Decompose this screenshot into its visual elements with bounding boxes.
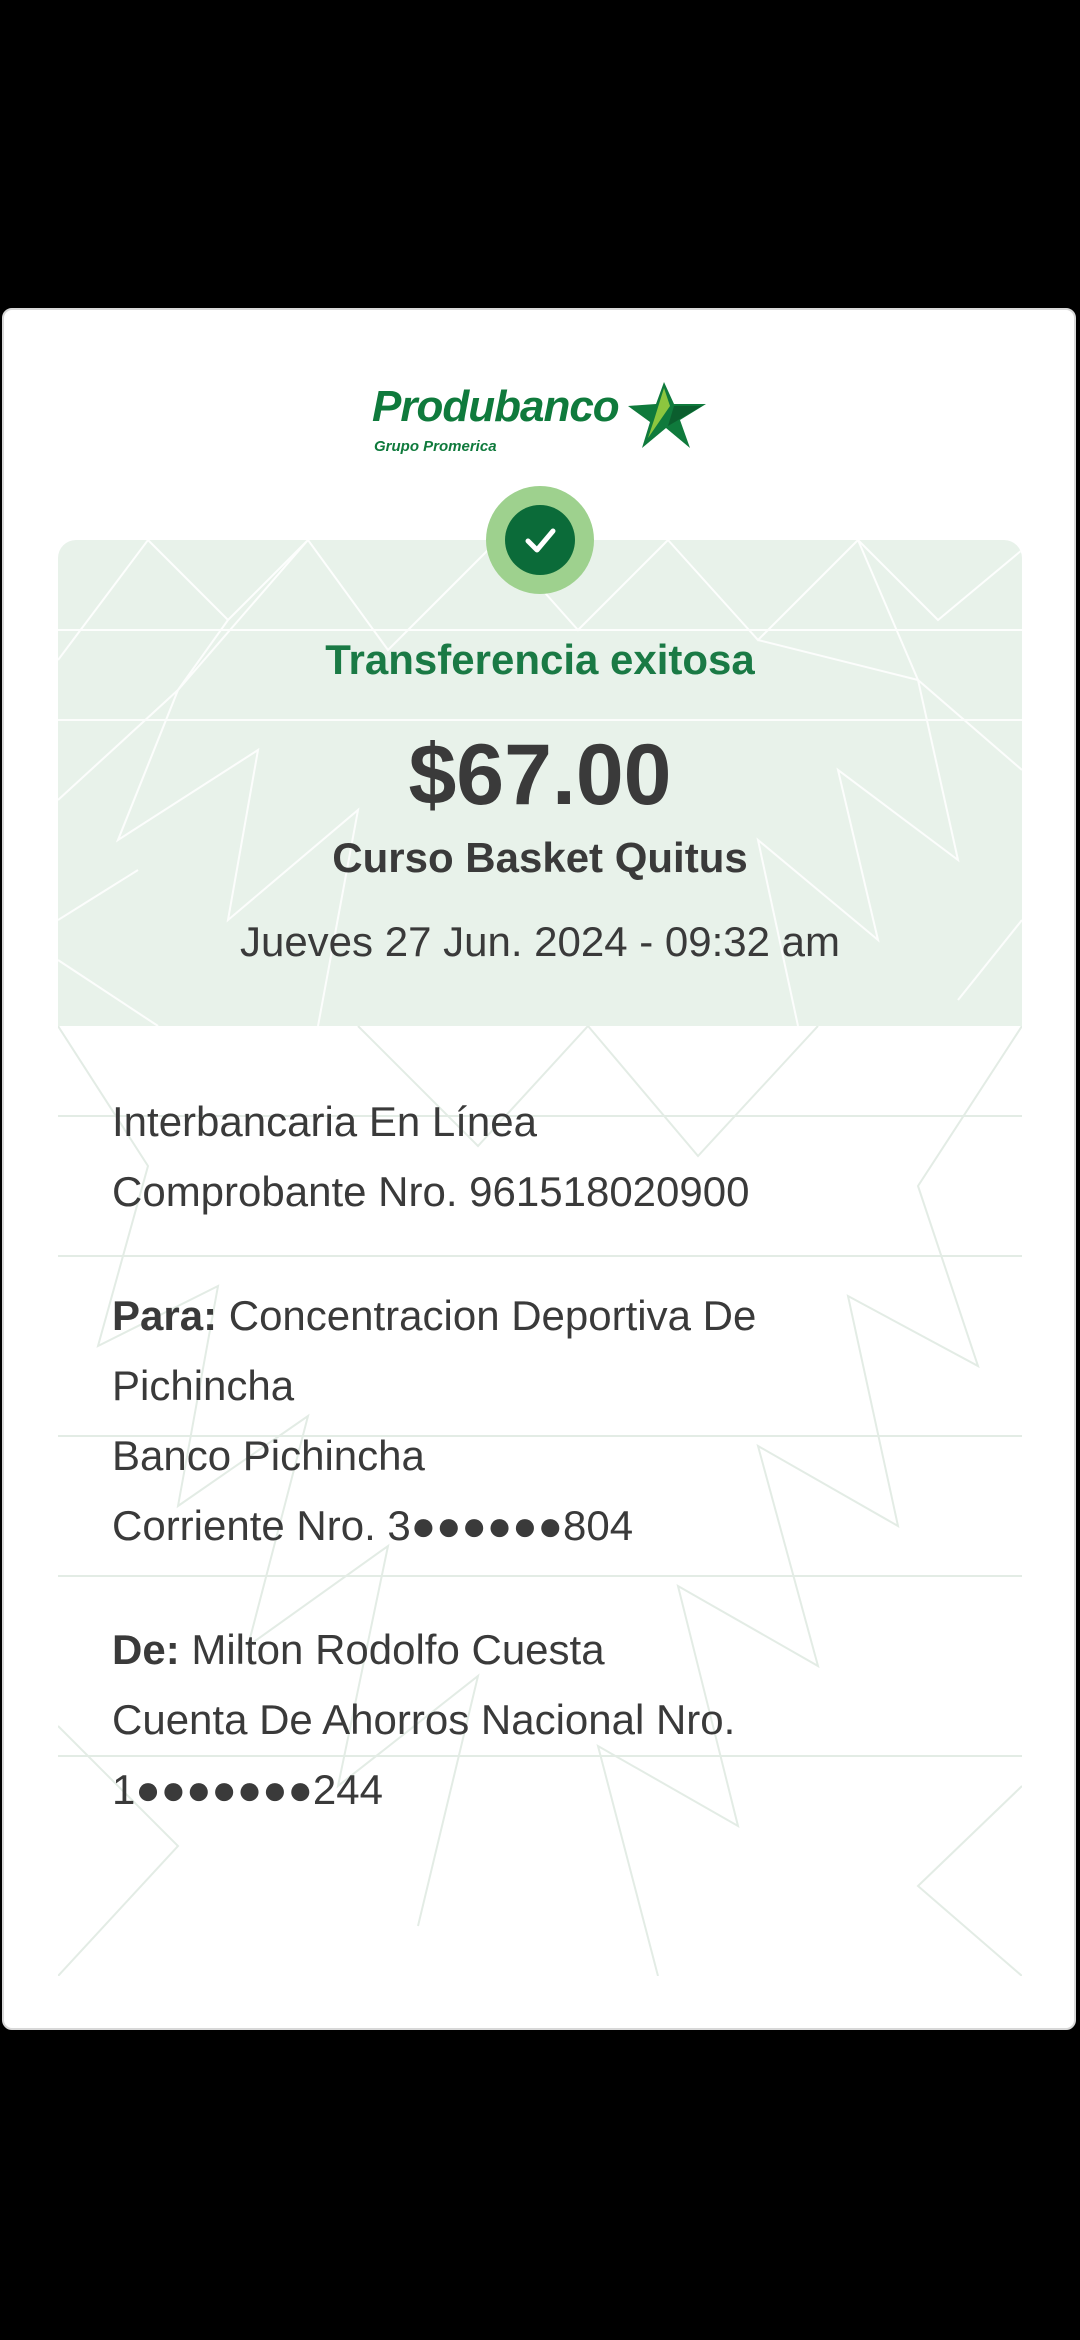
star-logo-icon	[628, 382, 706, 448]
transfer-datetime: Jueves 27 Jun. 2024 - 09:32 am	[239, 918, 841, 965]
to-label: Para:	[112, 1292, 218, 1339]
success-badge	[486, 486, 594, 594]
sender-account-type: Cuenta De Ahorros Nacional Nro.	[112, 1696, 736, 1743]
sender-name: Milton Rodolfo Cuesta	[191, 1626, 605, 1673]
sender-account-number: 1●●●●●●●244	[112, 1766, 384, 1813]
brand-name: Produbanco	[372, 382, 620, 431]
transfer-amount: $67.00	[408, 727, 672, 823]
recipient-bank: Banco Pichincha	[112, 1432, 425, 1479]
recipient-name-cont: Pichincha	[112, 1362, 295, 1409]
produbanco-logo: Produbanco Grupo Promerica	[372, 382, 712, 466]
receipt-number: Comprobante Nro. 961518020900	[112, 1168, 750, 1215]
status-title: Transferencia exitosa	[325, 636, 755, 683]
recipient-name: Concentracion Deportiva De	[228, 1292, 757, 1339]
from-label: De:	[112, 1626, 180, 1673]
recipient-account: Corriente Nro. 3●●●●●●804	[112, 1502, 634, 1549]
brand-tagline: Grupo Promerica	[374, 438, 497, 455]
sender-line: De: Milton Rodolfo Cuesta	[112, 1626, 605, 1674]
transfer-type: Interbancaria En Línea	[112, 1098, 537, 1145]
check-icon	[505, 505, 575, 575]
transfer-concept: Curso Basket Quitus	[332, 834, 748, 881]
recipient-line: Para: Concentracion Deportiva De	[112, 1292, 756, 1340]
